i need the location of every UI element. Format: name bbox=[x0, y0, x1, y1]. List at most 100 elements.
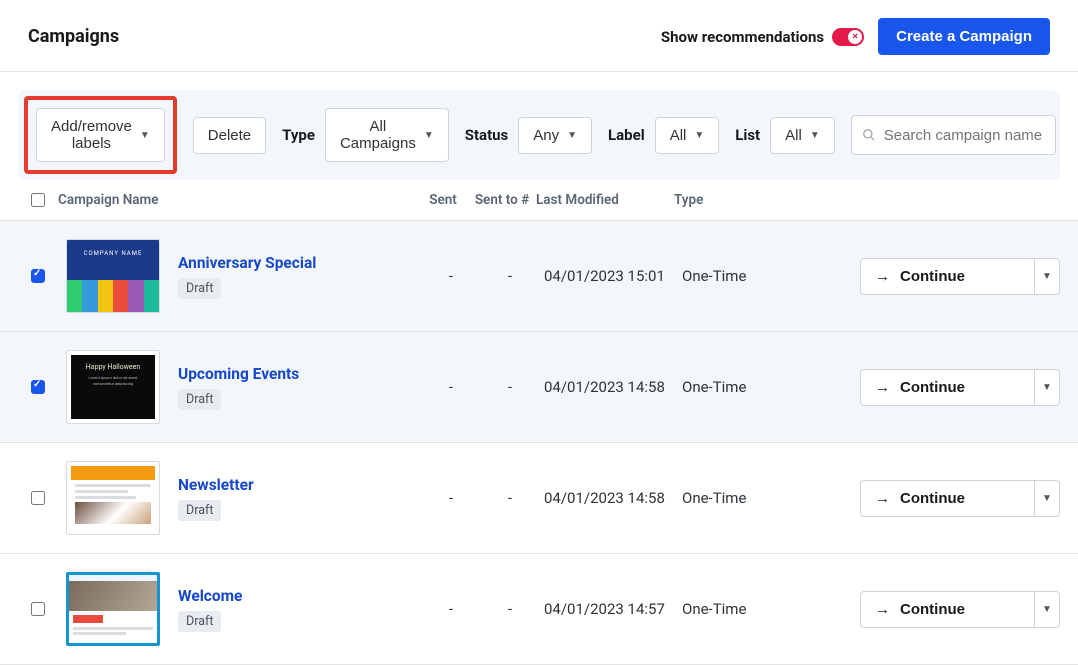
continue-button[interactable]: → Continue bbox=[860, 258, 1034, 295]
page-title: Campaigns bbox=[28, 26, 119, 47]
type-cell: One-Time bbox=[682, 489, 832, 507]
modified-cell: 04/01/2023 15:01 bbox=[544, 267, 682, 285]
type-cell: One-Time bbox=[682, 267, 832, 285]
search-icon bbox=[862, 128, 876, 142]
status-badge: Draft bbox=[178, 500, 221, 521]
add-remove-labels-button[interactable]: Add/remove labels ▼ bbox=[36, 108, 165, 162]
label-filter-value: All bbox=[670, 127, 687, 144]
column-header-modified: Last Modified bbox=[536, 192, 674, 208]
campaign-name-link[interactable]: Welcome bbox=[178, 587, 242, 605]
arrow-right-icon: → bbox=[875, 601, 890, 618]
status-badge: Draft bbox=[178, 611, 221, 632]
row-action-split-button: → Continue ▼ bbox=[860, 369, 1060, 406]
caret-down-icon: ▼ bbox=[140, 130, 150, 141]
continue-label: Continue bbox=[900, 379, 965, 396]
row-action-dropdown[interactable]: ▼ bbox=[1034, 258, 1060, 295]
campaign-thumbnail[interactable] bbox=[66, 461, 160, 535]
list-filter: List All ▼ bbox=[735, 117, 834, 154]
table-header: Campaign Name Sent Sent to # Last Modifi… bbox=[0, 180, 1078, 221]
search-box[interactable] bbox=[851, 115, 1056, 155]
table-row: Welcome Draft - - 04/01/2023 14:57 One-T… bbox=[0, 554, 1078, 665]
caret-down-icon: ▼ bbox=[424, 130, 434, 141]
list-filter-label: List bbox=[735, 126, 760, 144]
type-cell: One-Time bbox=[682, 600, 832, 618]
row-action-split-button: → Continue ▼ bbox=[860, 258, 1060, 295]
table-row: COMPANY NAME Anniversary Special Draft -… bbox=[0, 221, 1078, 332]
page-header: Campaigns Show recommendations Create a … bbox=[0, 0, 1078, 72]
campaign-name-link[interactable]: Newsletter bbox=[178, 476, 254, 494]
header-actions: Show recommendations Create a Campaign bbox=[661, 18, 1050, 55]
campaign-thumbnail[interactable] bbox=[66, 572, 160, 646]
caret-down-icon: ▼ bbox=[1042, 604, 1052, 615]
campaign-name-link[interactable]: Anniversary Special bbox=[178, 254, 316, 272]
caret-down-icon: ▼ bbox=[1042, 382, 1052, 393]
label-filter-dropdown[interactable]: All ▼ bbox=[655, 117, 720, 154]
row-action-split-button: → Continue ▼ bbox=[860, 480, 1060, 517]
sent-cell: - bbox=[426, 378, 476, 396]
sent-cell: - bbox=[426, 267, 476, 285]
sent-to-cell: - bbox=[476, 378, 544, 396]
search-input[interactable] bbox=[884, 127, 1045, 144]
row-checkbox[interactable] bbox=[31, 491, 45, 505]
continue-label: Continue bbox=[900, 268, 965, 285]
arrow-right-icon: → bbox=[875, 268, 890, 285]
status-filter-value: Any bbox=[533, 127, 559, 144]
row-action-dropdown[interactable]: ▼ bbox=[1034, 369, 1060, 406]
type-cell: One-Time bbox=[682, 378, 832, 396]
status-filter-label: Status bbox=[465, 126, 509, 144]
caret-down-icon: ▼ bbox=[567, 130, 577, 141]
column-header-sent-to: Sent to # bbox=[468, 192, 536, 208]
caret-down-icon: ▼ bbox=[694, 130, 704, 141]
column-header-type: Type bbox=[674, 192, 824, 208]
create-campaign-button[interactable]: Create a Campaign bbox=[878, 18, 1050, 55]
continue-button[interactable]: → Continue bbox=[860, 480, 1034, 517]
type-filter: Type All Campaigns ▼ bbox=[282, 108, 449, 162]
type-filter-dropdown[interactable]: All Campaigns ▼ bbox=[325, 108, 449, 162]
sent-to-cell: - bbox=[476, 600, 544, 618]
status-filter: Status Any ▼ bbox=[465, 117, 592, 154]
caret-down-icon: ▼ bbox=[1042, 271, 1052, 282]
column-header-name: Campaign Name bbox=[58, 192, 418, 208]
column-header-sent: Sent bbox=[418, 192, 468, 208]
list-filter-value: All bbox=[785, 127, 802, 144]
sent-to-cell: - bbox=[476, 267, 544, 285]
campaign-thumbnail[interactable]: Happy Halloween Lorem ipsum dolor sit am… bbox=[66, 350, 160, 424]
status-filter-dropdown[interactable]: Any ▼ bbox=[518, 117, 592, 154]
status-badge: Draft bbox=[178, 389, 221, 410]
show-recommendations: Show recommendations bbox=[661, 28, 864, 46]
row-action-dropdown[interactable]: ▼ bbox=[1034, 480, 1060, 517]
show-recommendations-label: Show recommendations bbox=[661, 28, 824, 46]
sent-to-cell: - bbox=[476, 489, 544, 507]
continue-button[interactable]: → Continue bbox=[860, 591, 1034, 628]
label-filter-label: Label bbox=[608, 126, 645, 144]
type-filter-label: Type bbox=[282, 126, 315, 144]
row-checkbox[interactable] bbox=[31, 380, 45, 394]
label-filter: Label All ▼ bbox=[608, 117, 719, 154]
delete-button[interactable]: Delete bbox=[193, 117, 266, 154]
row-action-split-button: → Continue ▼ bbox=[860, 591, 1060, 628]
modified-cell: 04/01/2023 14:58 bbox=[544, 489, 682, 507]
row-checkbox[interactable] bbox=[31, 269, 45, 283]
list-filter-dropdown[interactable]: All ▼ bbox=[770, 117, 835, 154]
campaign-thumbnail[interactable]: COMPANY NAME bbox=[66, 239, 160, 313]
modified-cell: 04/01/2023 14:57 bbox=[544, 600, 682, 618]
continue-label: Continue bbox=[900, 490, 965, 507]
sent-cell: - bbox=[426, 489, 476, 507]
campaign-name-link[interactable]: Upcoming Events bbox=[178, 365, 299, 383]
add-remove-labels-label: Add/remove labels bbox=[51, 118, 132, 152]
caret-down-icon: ▼ bbox=[1042, 493, 1052, 504]
select-all-cell bbox=[18, 193, 58, 207]
select-all-checkbox[interactable] bbox=[31, 193, 45, 207]
caret-down-icon: ▼ bbox=[810, 130, 820, 141]
arrow-right-icon: → bbox=[875, 490, 890, 507]
modified-cell: 04/01/2023 14:58 bbox=[544, 378, 682, 396]
recommendations-toggle[interactable] bbox=[832, 28, 864, 46]
continue-button[interactable]: → Continue bbox=[860, 369, 1034, 406]
row-action-dropdown[interactable]: ▼ bbox=[1034, 591, 1060, 628]
status-badge: Draft bbox=[178, 278, 221, 299]
type-filter-value: All Campaigns bbox=[340, 118, 416, 152]
row-checkbox[interactable] bbox=[31, 602, 45, 616]
table-row: Happy Halloween Lorem ipsum dolor sit am… bbox=[0, 332, 1078, 443]
table-row: Newsletter Draft - - 04/01/2023 14:58 On… bbox=[0, 443, 1078, 554]
arrow-right-icon: → bbox=[875, 379, 890, 396]
